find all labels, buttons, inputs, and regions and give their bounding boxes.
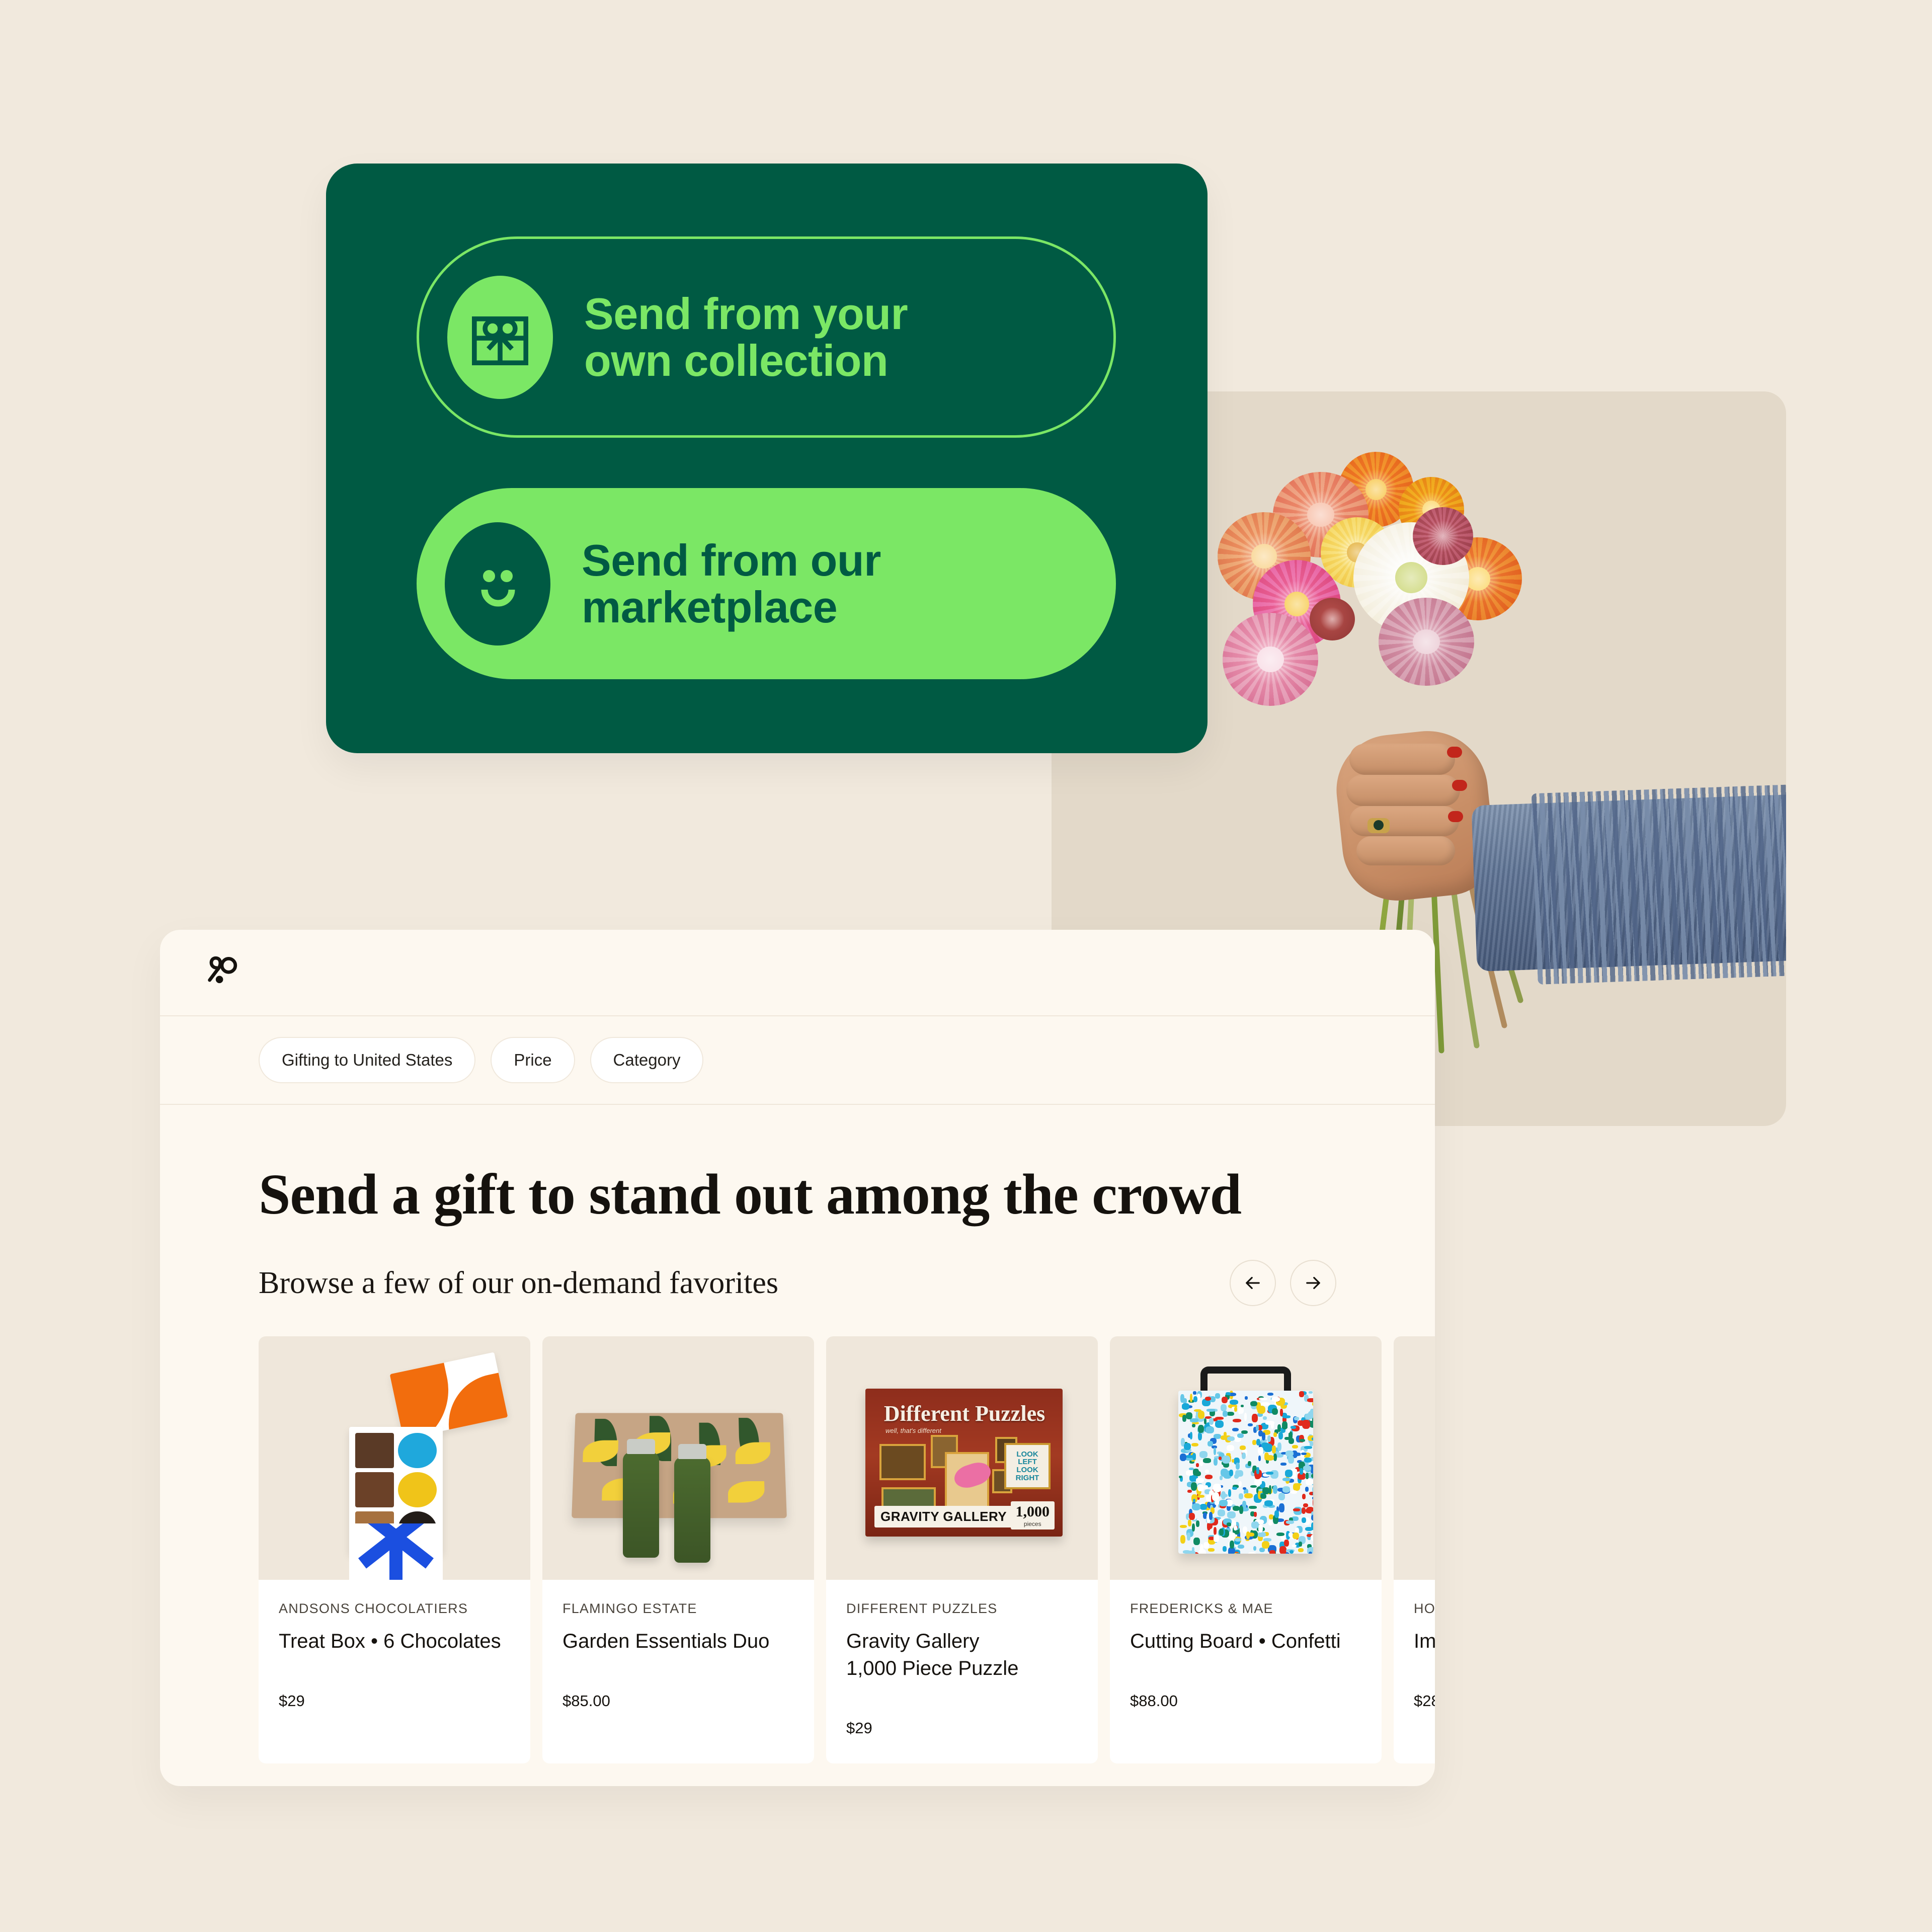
poster-text: LOOK LEFT LOOK RIGHT	[1006, 1451, 1049, 1482]
pieces-count: 1,000	[1016, 1503, 1050, 1520]
product-card[interactable]: HOUSE O Immu $28.00	[1394, 1336, 1435, 1763]
product-price: $28.00	[1414, 1692, 1435, 1710]
product-image-honey-bottle	[1394, 1336, 1435, 1580]
puzzle-art-badge: GRAVITY GALLERY	[874, 1506, 1013, 1527]
product-brand: HOUSE O	[1414, 1601, 1435, 1617]
product-title: Treat Box • 6 Chocolates	[279, 1628, 510, 1655]
product-price: $29	[279, 1692, 510, 1710]
product-price: $29	[846, 1719, 1078, 1737]
option-label-marketplace: Send from our marketplace	[582, 537, 881, 631]
product-price: $85.00	[562, 1692, 794, 1710]
product-title: Garden Essentials Duo	[562, 1628, 794, 1655]
finger	[1346, 775, 1460, 806]
nail	[1448, 811, 1463, 822]
send-options-card: Send from your own collection Send from …	[326, 164, 1208, 753]
puzzle-poster: LOOK LEFT LOOK RIGHT	[1004, 1443, 1051, 1489]
product-image-chocolate-box	[259, 1336, 530, 1580]
section-subtitle: Browse a few of our on-demand favorites	[259, 1265, 778, 1301]
filter-label: Category	[613, 1051, 681, 1070]
puzzle-art-pieces: 1,000 pieces	[1011, 1501, 1055, 1530]
product-card[interactable]: ANDSONS CHOCOLATIERS Treat Box • 6 Choco…	[259, 1336, 530, 1763]
product-price: $88.00	[1130, 1692, 1361, 1710]
pieces-label: pieces	[1016, 1520, 1050, 1527]
finger	[1356, 836, 1455, 865]
filter-label: Price	[514, 1051, 551, 1070]
product-brand: FREDERICKS & MAE	[1130, 1601, 1361, 1617]
filter-price[interactable]: Price	[491, 1037, 575, 1083]
product-brand: DIFFERENT PUZZLES	[846, 1601, 1078, 1617]
option-label-line-2: marketplace	[582, 582, 837, 632]
product-brand: FLAMINGO ESTATE	[562, 1601, 794, 1617]
option-send-from-marketplace[interactable]: Send from our marketplace	[417, 488, 1116, 679]
puzzle-art-title: Different Puzzles	[876, 1401, 1053, 1426]
nail	[1447, 747, 1462, 758]
product-title: Immu	[1414, 1628, 1435, 1655]
carousel-next-button[interactable]	[1290, 1260, 1336, 1306]
product-image-flamingo-estate-box	[542, 1336, 814, 1580]
finger	[1349, 744, 1455, 775]
postal-logo-icon[interactable]	[202, 952, 242, 994]
product-brand: ANDSONS CHOCOLATIERS	[279, 1601, 510, 1617]
product-card[interactable]: FLAMINGO ESTATE Garden Essentials Duo $8…	[542, 1336, 814, 1763]
option-label-line-2: own collection	[584, 336, 888, 385]
smiley-face-icon	[445, 522, 550, 646]
ring	[1367, 818, 1390, 833]
section-header-row: Browse a few of our on-demand favorites	[259, 1260, 1336, 1306]
gift-box-icon	[447, 276, 553, 399]
app-top-bar	[160, 930, 1435, 1016]
product-title: Cutting Board • Confetti	[1130, 1628, 1361, 1655]
arrow-left-icon	[1242, 1272, 1263, 1294]
filter-label: Gifting to United States	[282, 1051, 452, 1070]
product-card[interactable]: LOOK LEFT LOOK RIGHT Different Puzzles w…	[826, 1336, 1098, 1763]
option-label-line-1: Send from your	[584, 289, 908, 339]
denim-fringe	[1532, 784, 1786, 985]
option-send-from-own-collection[interactable]: Send from your own collection	[417, 236, 1116, 438]
screenshot-canvas: Send from your own collection Send from …	[0, 0, 1932, 1932]
page-title: Send a gift to stand out among the crowd	[259, 1161, 1336, 1228]
option-label-own-collection: Send from your own collection	[584, 290, 908, 384]
finger	[1349, 806, 1459, 836]
product-title: Gravity Gallery 1,000 Piece Puzzle	[846, 1628, 1078, 1682]
product-carousel[interactable]: ANDSONS CHOCOLATIERS Treat Box • 6 Choco…	[259, 1336, 1336, 1763]
marketplace-browser-card: Gifting to United States Price Category …	[160, 930, 1435, 1786]
marketplace-content: Send a gift to stand out among the crowd…	[160, 1161, 1435, 1763]
filter-category[interactable]: Category	[590, 1037, 704, 1083]
arrow-right-icon	[1303, 1272, 1324, 1294]
carousel-prev-button[interactable]	[1230, 1260, 1276, 1306]
nail	[1452, 780, 1467, 791]
carousel-controls	[1230, 1260, 1336, 1306]
product-title-line-2: 1,000 Piece Puzzle	[846, 1657, 1018, 1679]
filter-bar: Gifting to United States Price Category	[160, 1016, 1435, 1105]
puzzle-art-subtitle: well, that's different	[886, 1427, 941, 1434]
product-image-puzzle-box: LOOK LEFT LOOK RIGHT Different Puzzles w…	[826, 1336, 1098, 1580]
product-title-line-1: Gravity Gallery	[846, 1630, 980, 1652]
filter-gifting-region[interactable]: Gifting to United States	[259, 1037, 475, 1083]
product-image-cutting-board	[1110, 1336, 1382, 1580]
option-label-line-1: Send from our	[582, 535, 881, 585]
product-card[interactable]: FREDERICKS & MAE Cutting Board • Confett…	[1110, 1336, 1382, 1763]
